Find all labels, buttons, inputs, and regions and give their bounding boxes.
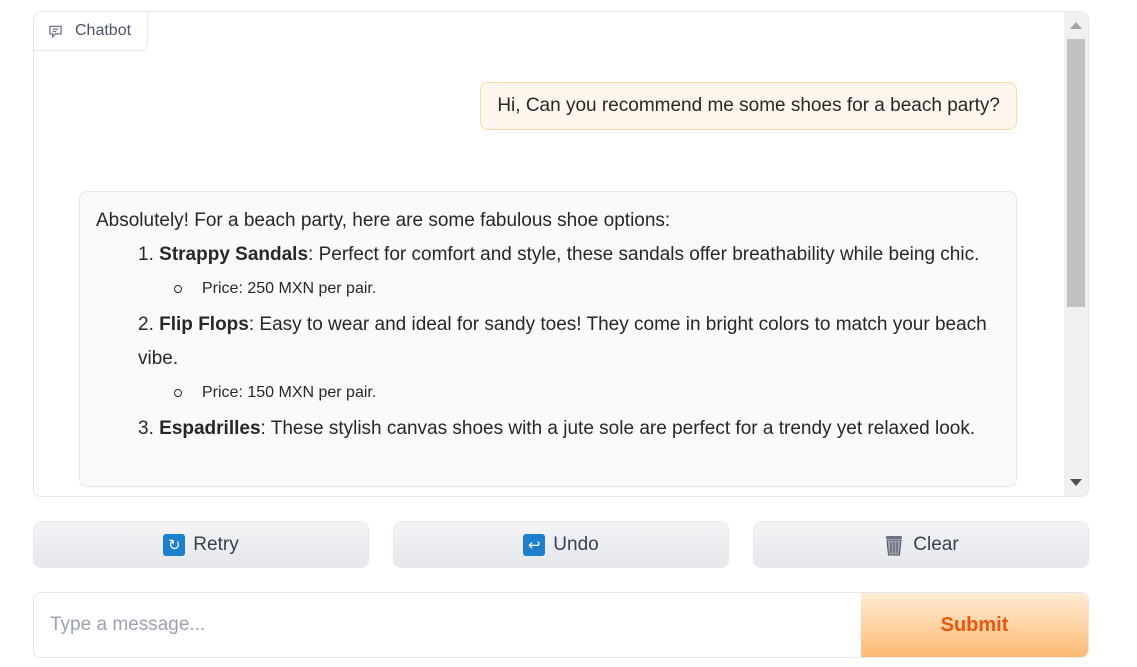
- sub-list: Price: 250 MXN per pair.: [138, 276, 1000, 302]
- refresh-icon: ↻: [163, 533, 186, 556]
- undo-button-label: Undo: [553, 533, 599, 555]
- retry-button-label: Retry: [193, 533, 239, 555]
- bot-message-intro: Absolutely! For a beach party, here are …: [96, 210, 671, 231]
- price-item: Price: 150 MXN per pair.: [174, 380, 1000, 406]
- return-icon: ↩: [523, 533, 546, 556]
- price-text: Price: 250 MXN per pair.: [202, 280, 377, 297]
- scroll-up-arrow-icon[interactable]: [1070, 22, 1082, 29]
- list-item-desc: : Perfect for comfort and style, these s…: [308, 244, 980, 265]
- clear-button[interactable]: Clear: [753, 521, 1089, 568]
- circle-bullet-icon: [174, 389, 182, 397]
- list-item-desc: : Easy to wear and ideal for sandy toes!…: [138, 314, 987, 369]
- message-input-row: Submit: [33, 592, 1089, 658]
- price-text: Price: 150 MXN per pair.: [202, 384, 377, 401]
- list-item-number: 3.: [138, 418, 154, 439]
- user-message: Hi, Can you recommend me some shoes for …: [480, 82, 1017, 130]
- chatbot-label-text: Chatbot: [75, 22, 132, 39]
- list-item-number: 2.: [138, 314, 154, 335]
- list-item-desc: : These stylish canvas shoes with a jute…: [260, 418, 976, 439]
- scrollbar-thumb[interactable]: [1067, 39, 1085, 307]
- list-item: 3. Espadrilles: These stylish canvas sho…: [138, 412, 1000, 446]
- wastebasket-icon: [886, 535, 903, 555]
- chatbot-panel: Chatbot Hi, Can you recommend me some sh…: [33, 11, 1089, 497]
- undo-button[interactable]: ↩ Undo: [393, 521, 729, 568]
- list-item: 1. Strappy Sandals: Perfect for comfort …: [138, 238, 1000, 302]
- submit-button[interactable]: Submit: [861, 593, 1088, 657]
- retry-button[interactable]: ↻ Retry: [33, 521, 369, 568]
- list-item-name: Strappy Sandals: [159, 244, 309, 265]
- list-item-number: 1.: [138, 244, 154, 265]
- chat-scroll-area[interactable]: Hi, Can you recommend me some shoes for …: [34, 12, 1064, 496]
- sub-list: Price: 150 MXN per pair.: [138, 380, 1000, 406]
- chat-bubble-icon: [49, 25, 62, 38]
- shoe-list: 1. Strappy Sandals: Perfect for comfort …: [96, 238, 1000, 446]
- clear-button-label: Clear: [913, 533, 959, 555]
- chatbot-label: Chatbot: [34, 12, 148, 51]
- scroll-down-arrow-icon[interactable]: [1070, 479, 1082, 486]
- message-input[interactable]: [34, 593, 861, 657]
- price-item: Price: 250 MXN per pair.: [174, 276, 1000, 302]
- action-buttons: ↻ Retry ↩ Undo Clear: [33, 521, 1089, 568]
- chat-scrollbar[interactable]: [1064, 12, 1088, 496]
- list-item: 2. Flip Flops: Easy to wear and ideal fo…: [138, 308, 1000, 406]
- bot-message: Absolutely! For a beach party, here are …: [79, 191, 1017, 487]
- circle-bullet-icon: [174, 285, 182, 293]
- list-item-name: Espadrilles: [159, 418, 261, 439]
- list-item-name: Flip Flops: [159, 314, 249, 335]
